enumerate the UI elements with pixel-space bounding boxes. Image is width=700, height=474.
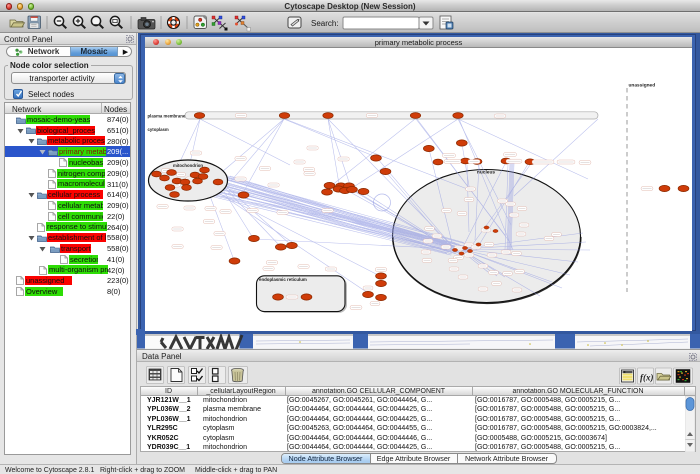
svg-text:nucleus: nucleus: [477, 170, 495, 176]
svg-text:mitochondrion: mitochondrion: [173, 163, 203, 168]
svg-text:plasma membrane: plasma membrane: [148, 113, 186, 118]
svg-text:cytoplasm: cytoplasm: [148, 127, 169, 132]
svg-text:endoplasmic reticulum: endoplasmic reticulum: [259, 277, 307, 282]
svg-text:unassigned: unassigned: [629, 83, 656, 89]
svg-text:Search:: Search:: [311, 19, 339, 28]
svg-text:f(x): f(x): [640, 373, 654, 383]
